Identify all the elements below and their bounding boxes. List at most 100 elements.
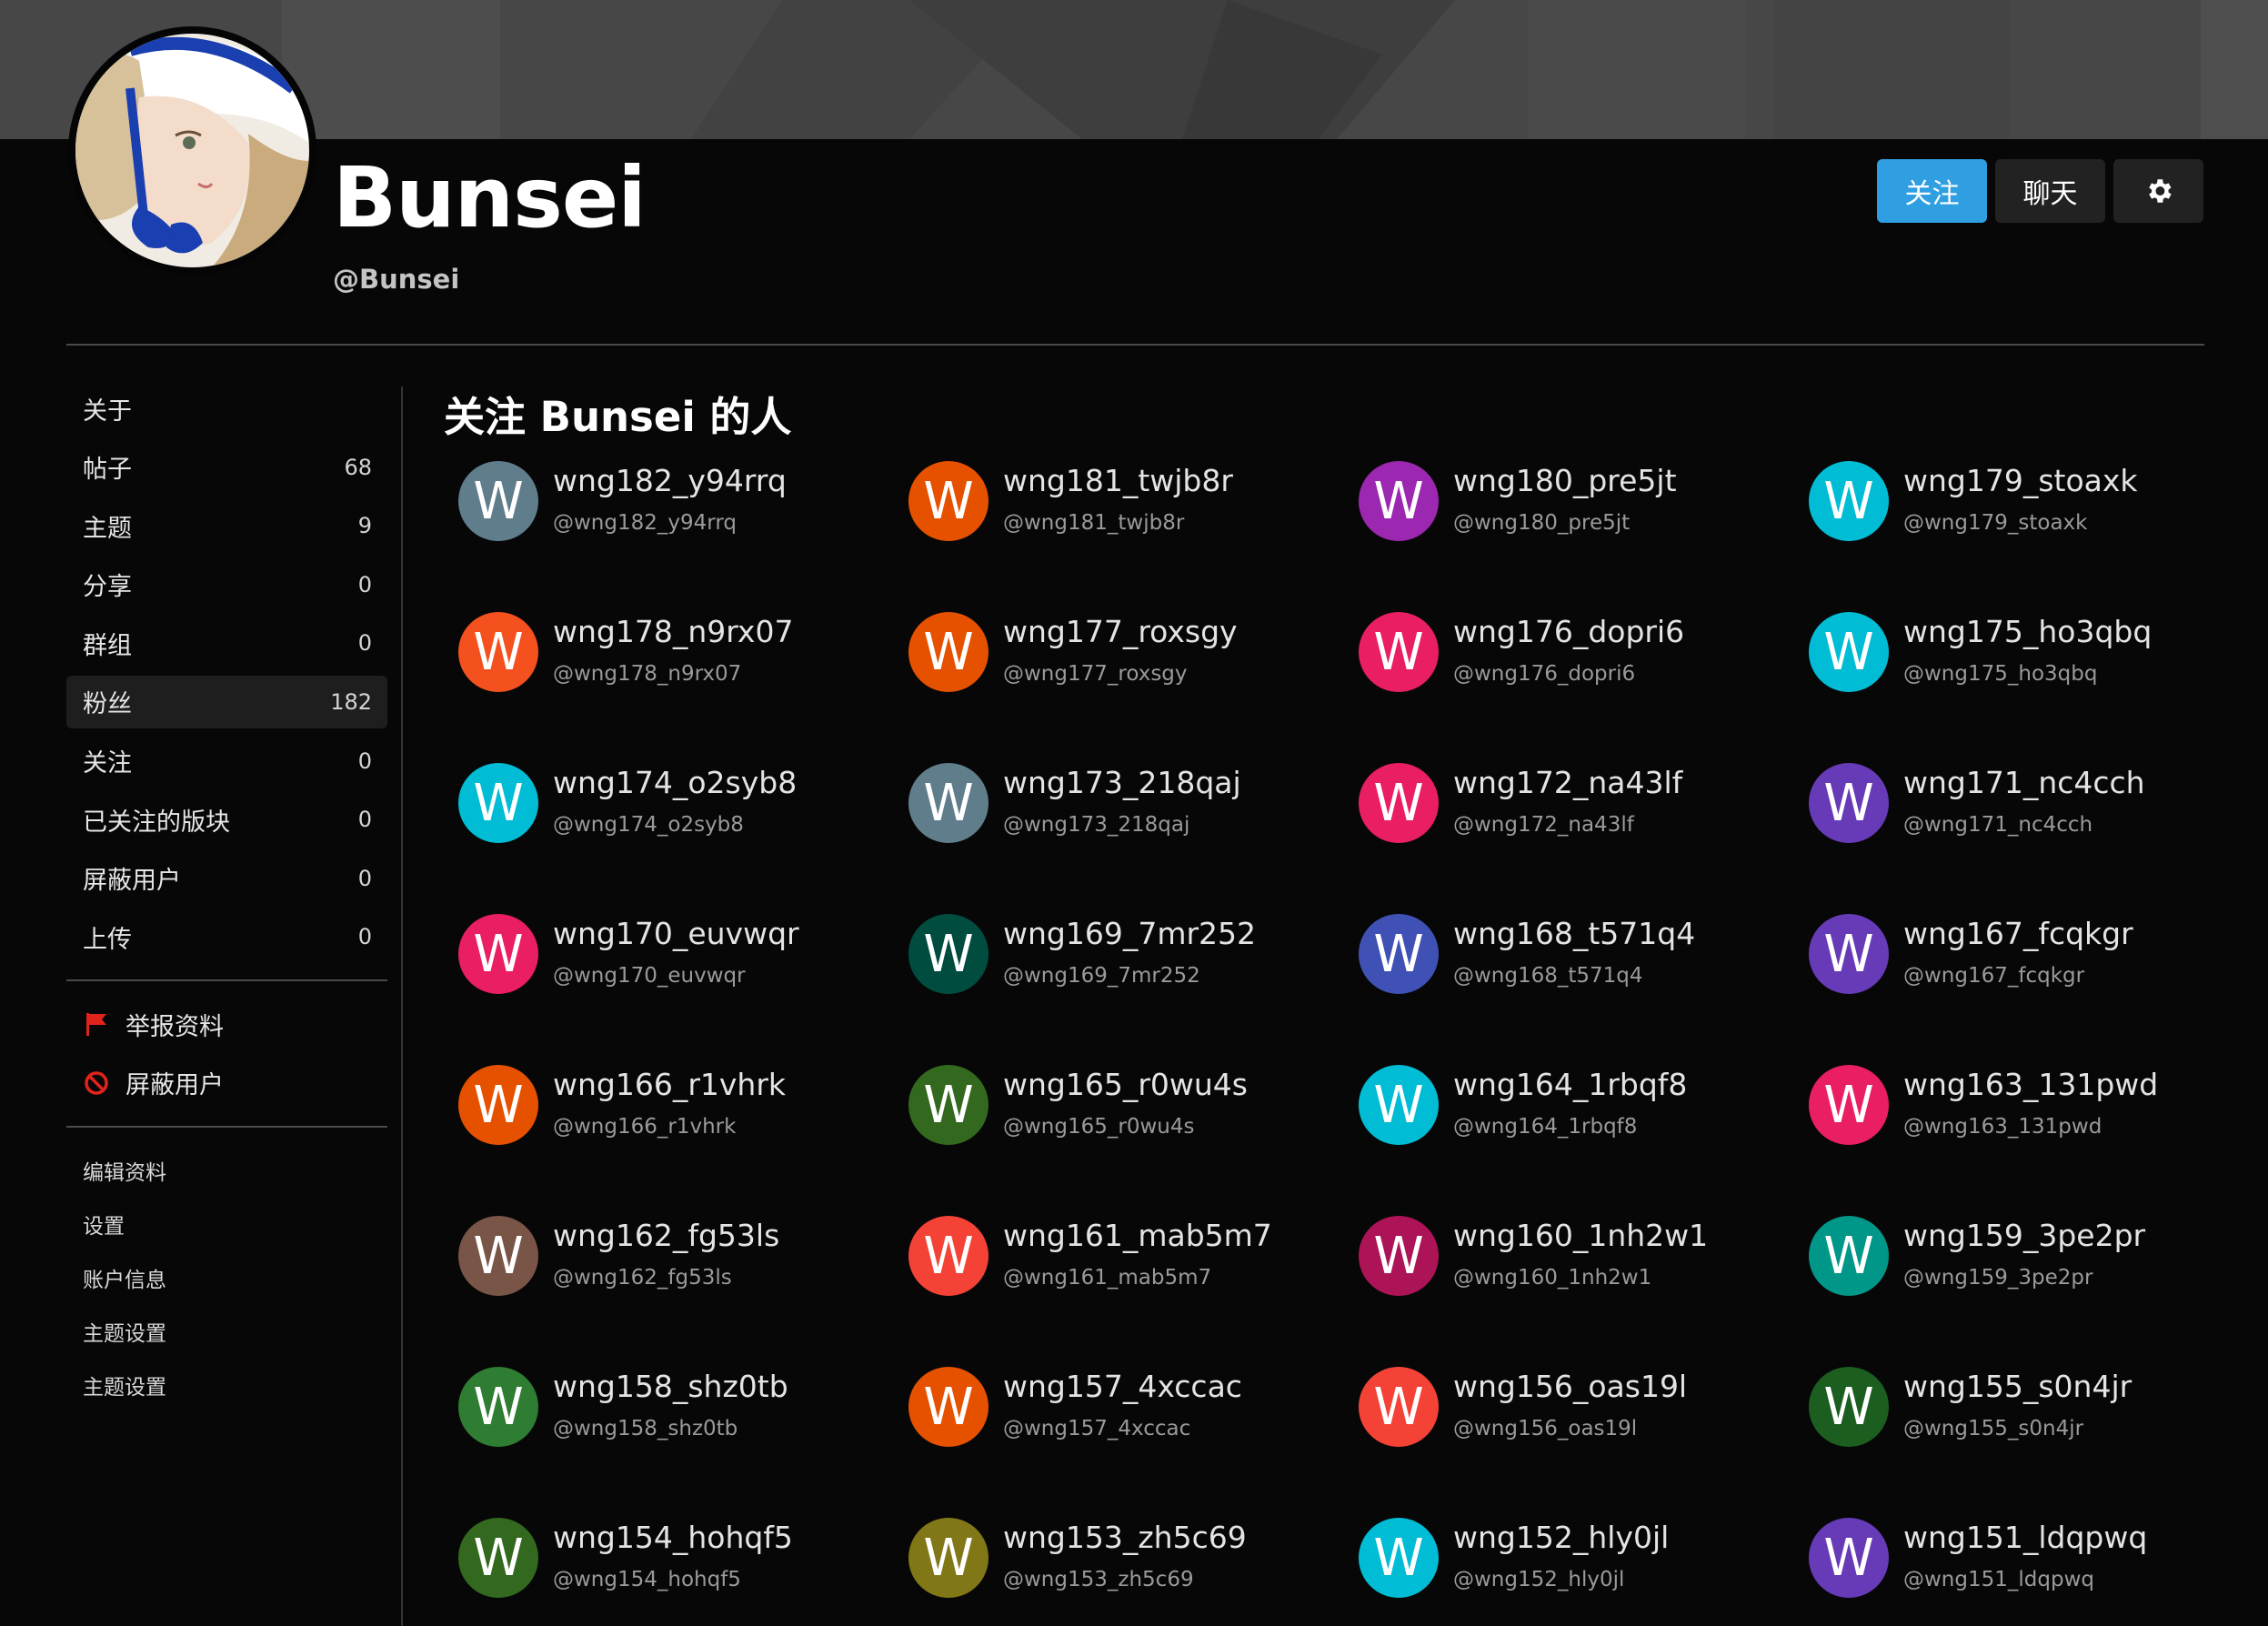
sidebar-nav-item[interactable]: 屏蔽用户 0 — [66, 852, 387, 905]
owner-link[interactable]: 设置 — [66, 1198, 387, 1251]
follower-name[interactable]: wng171_nc4cch — [1903, 765, 2145, 800]
follower-avatar[interactable]: W — [1359, 914, 1439, 994]
follower-name[interactable]: wng167_fcqkgr — [1903, 916, 2133, 951]
follower-avatar[interactable]: W — [1809, 914, 1889, 994]
sidebar-nav-item[interactable]: 分享 0 — [66, 558, 387, 611]
follower-card[interactable]: Wwng172_na43lf @wng172_na43lf — [1344, 752, 1794, 903]
follower-card[interactable]: Wwng167_fcqkgr @wng167_fcqkgr — [1794, 903, 2244, 1054]
follower-name[interactable]: wng152_hly0jl — [1453, 1520, 1669, 1555]
follower-avatar[interactable]: W — [458, 763, 538, 843]
follower-card[interactable]: Wwng164_1rbqf8 @wng164_1rbqf8 — [1344, 1054, 1794, 1205]
follower-avatar[interactable]: W — [458, 1518, 538, 1598]
follower-avatar[interactable]: W — [908, 1065, 988, 1145]
follower-card[interactable]: Wwng180_pre5jt @wng180_pre5jt — [1344, 450, 1794, 601]
follower-name[interactable]: wng166_r1vhrk — [553, 1067, 786, 1102]
follower-name[interactable]: wng161_mab5m7 — [1003, 1218, 1272, 1253]
follower-name[interactable]: wng178_n9rx07 — [553, 614, 793, 649]
follower-name[interactable]: wng154_hohqf5 — [553, 1520, 793, 1555]
chat-button[interactable]: 聊天 — [1995, 159, 2105, 223]
follower-name[interactable]: wng172_na43lf — [1453, 765, 1682, 800]
follower-avatar[interactable]: W — [1359, 763, 1439, 843]
follower-avatar[interactable]: W — [1359, 461, 1439, 541]
follower-avatar[interactable]: W — [908, 1367, 988, 1447]
report-profile-link[interactable]: 举报资料 — [66, 998, 387, 1050]
follower-name[interactable]: wng155_s0n4jr — [1903, 1369, 2132, 1404]
follower-card[interactable]: Wwng174_o2syb8 @wng174_o2syb8 — [444, 752, 894, 903]
follower-card[interactable]: Wwng179_stoaxk @wng179_stoaxk — [1794, 450, 2244, 601]
follower-avatar[interactable]: W — [908, 1518, 988, 1598]
sidebar-nav-item[interactable]: 关于 — [66, 382, 387, 435]
owner-link[interactable]: 编辑资料 — [66, 1144, 387, 1198]
follower-card[interactable]: Wwng181_twjb8r @wng181_twjb8r — [894, 450, 1344, 601]
follower-avatar[interactable]: W — [1359, 612, 1439, 692]
follower-card[interactable]: Wwng161_mab5m7 @wng161_mab5m7 — [894, 1205, 1344, 1356]
follower-name[interactable]: wng158_shz0tb — [553, 1369, 788, 1404]
follower-name[interactable]: wng173_218qaj — [1003, 765, 1241, 800]
follower-card[interactable]: Wwng165_r0wu4s @wng165_r0wu4s — [894, 1054, 1344, 1205]
follower-avatar[interactable]: W — [458, 1367, 538, 1447]
follower-card[interactable]: Wwng162_fg53ls @wng162_fg53ls — [444, 1205, 894, 1356]
block-user-link[interactable]: 屏蔽用户 — [66, 1057, 387, 1109]
follower-card[interactable]: Wwng160_1nh2w1 @wng160_1nh2w1 — [1344, 1205, 1794, 1356]
follower-card[interactable]: Wwng157_4xccac @wng157_4xccac — [894, 1356, 1344, 1507]
follower-card[interactable]: Wwng166_r1vhrk @wng166_r1vhrk — [444, 1054, 894, 1205]
follower-card[interactable]: Wwng151_ldqpwq @wng151_ldqpwq — [1794, 1507, 2244, 1626]
follower-card[interactable]: Wwng158_shz0tb @wng158_shz0tb — [444, 1356, 894, 1507]
follower-avatar[interactable]: W — [1359, 1367, 1439, 1447]
follower-card[interactable]: Wwng176_dopri6 @wng176_dopri6 — [1344, 601, 1794, 752]
follower-name[interactable]: wng164_1rbqf8 — [1453, 1067, 1687, 1102]
follower-name[interactable]: wng162_fg53ls — [553, 1218, 779, 1253]
follower-name[interactable]: wng174_o2syb8 — [553, 765, 797, 800]
follower-card[interactable]: Wwng168_t571q4 @wng168_t571q4 — [1344, 903, 1794, 1054]
follower-avatar[interactable]: W — [458, 914, 538, 994]
follower-avatar[interactable]: W — [1359, 1216, 1439, 1296]
follower-card[interactable]: Wwng170_euvwqr @wng170_euvwqr — [444, 903, 894, 1054]
sidebar-nav-item[interactable]: 粉丝 182 — [66, 675, 387, 728]
owner-link[interactable]: 主题设置 — [66, 1359, 387, 1412]
sidebar-nav-item[interactable]: 帖子 68 — [66, 441, 387, 494]
follower-name[interactable]: wng181_twjb8r — [1003, 463, 1233, 498]
follower-avatar[interactable]: W — [1359, 1518, 1439, 1598]
follower-avatar[interactable]: W — [458, 1216, 538, 1296]
follower-card[interactable]: Wwng177_roxsgy @wng177_roxsgy — [894, 601, 1344, 752]
follower-name[interactable]: wng159_3pe2pr — [1903, 1218, 2145, 1253]
follower-avatar[interactable]: W — [458, 1065, 538, 1145]
follower-avatar[interactable]: W — [1809, 612, 1889, 692]
sidebar-nav-item[interactable]: 关注 0 — [66, 735, 387, 788]
follower-card[interactable]: Wwng175_ho3qbq @wng175_ho3qbq — [1794, 601, 2244, 752]
follow-button[interactable]: 关注 — [1877, 159, 1987, 223]
follower-name[interactable]: wng180_pre5jt — [1453, 463, 1677, 498]
follower-name[interactable]: wng177_roxsgy — [1003, 614, 1238, 649]
profile-settings-button[interactable] — [2113, 159, 2203, 223]
profile-avatar[interactable] — [68, 26, 316, 275]
follower-avatar[interactable]: W — [1809, 1065, 1889, 1145]
follower-avatar[interactable]: W — [1809, 1518, 1889, 1598]
follower-card[interactable]: Wwng153_zh5c69 @wng153_zh5c69 — [894, 1507, 1344, 1626]
follower-card[interactable]: Wwng173_218qaj @wng173_218qaj — [894, 752, 1344, 903]
follower-avatar[interactable]: W — [908, 914, 988, 994]
owner-link[interactable]: 账户信息 — [66, 1251, 387, 1305]
sidebar-nav-item[interactable]: 主题 9 — [66, 499, 387, 552]
follower-card[interactable]: Wwng171_nc4cch @wng171_nc4cch — [1794, 752, 2244, 903]
follower-avatar[interactable]: W — [458, 461, 538, 541]
follower-name[interactable]: wng163_131pwd — [1903, 1067, 2158, 1102]
follower-avatar[interactable]: W — [908, 461, 988, 541]
follower-avatar[interactable]: W — [1809, 461, 1889, 541]
follower-card[interactable]: Wwng155_s0n4jr @wng155_s0n4jr — [1794, 1356, 2244, 1507]
follower-avatar[interactable]: W — [458, 612, 538, 692]
follower-name[interactable]: wng168_t571q4 — [1453, 916, 1695, 951]
sidebar-nav-item[interactable]: 群组 0 — [66, 617, 387, 669]
follower-name[interactable]: wng170_euvwqr — [553, 916, 799, 951]
follower-name[interactable]: wng169_7mr252 — [1003, 916, 1256, 951]
follower-card[interactable]: Wwng169_7mr252 @wng169_7mr252 — [894, 903, 1344, 1054]
follower-card[interactable]: Wwng163_131pwd @wng163_131pwd — [1794, 1054, 2244, 1205]
follower-card[interactable]: Wwng154_hohqf5 @wng154_hohqf5 — [444, 1507, 894, 1626]
follower-name[interactable]: wng160_1nh2w1 — [1453, 1218, 1708, 1253]
follower-card[interactable]: Wwng178_n9rx07 @wng178_n9rx07 — [444, 601, 894, 752]
owner-link[interactable]: 主题设置 — [66, 1305, 387, 1359]
follower-avatar[interactable]: W — [1809, 763, 1889, 843]
follower-name[interactable]: wng165_r0wu4s — [1003, 1067, 1248, 1102]
follower-name[interactable]: wng151_ldqpwq — [1903, 1520, 2147, 1555]
follower-name[interactable]: wng156_oas19l — [1453, 1369, 1687, 1404]
sidebar-nav-item[interactable]: 上传 0 — [66, 910, 387, 963]
